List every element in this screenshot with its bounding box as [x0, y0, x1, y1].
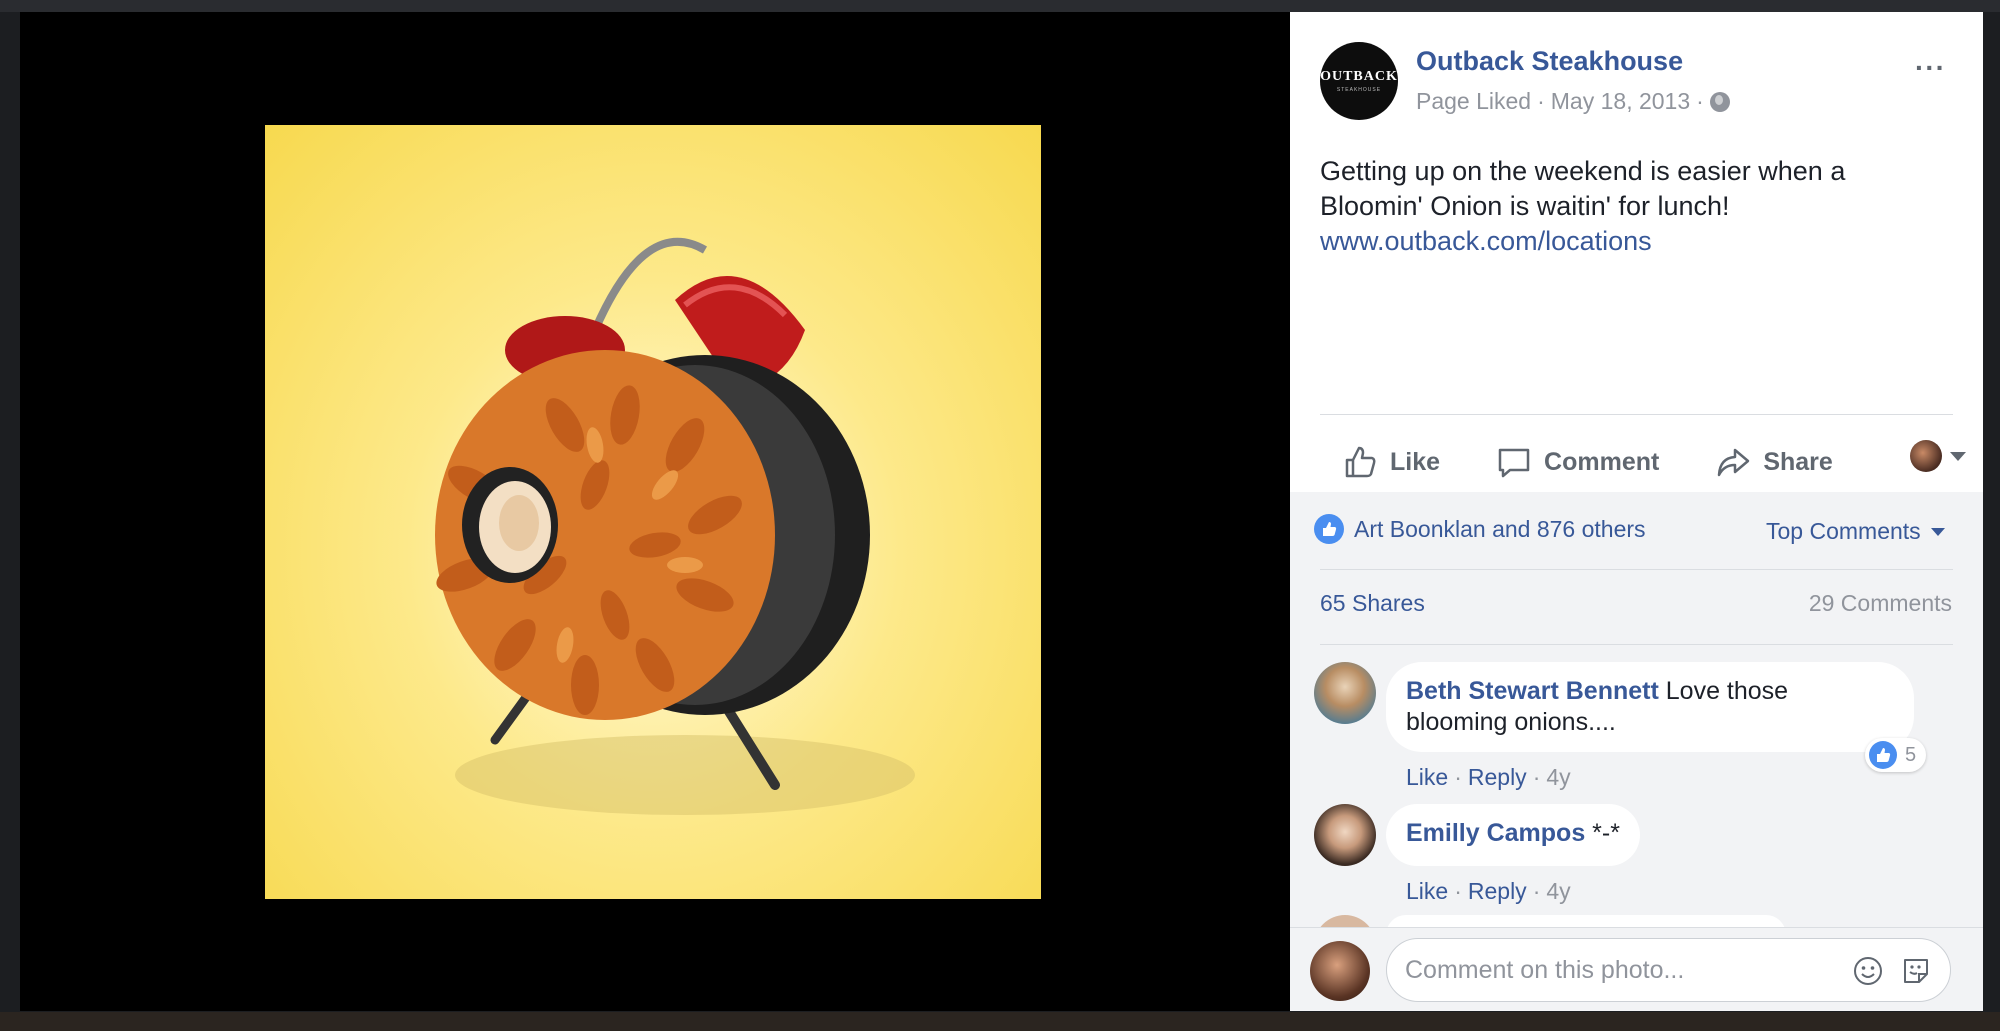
- share-arrow-icon: [1718, 448, 1750, 477]
- comment-composer: Comment on this photo...: [1290, 927, 1983, 1011]
- comment-item: Emilly Campos *-* Like · Reply · 4y: [1314, 804, 1954, 914]
- thumbs-up-icon: [1345, 446, 1376, 478]
- post-photo: [265, 125, 1041, 899]
- comment-input[interactable]: Comment on this photo...: [1386, 938, 1951, 1002]
- comment-label: Comment: [1544, 447, 1660, 476]
- action-bar: Like Comment Share: [1320, 432, 1966, 492]
- comment-reply-link[interactable]: Reply: [1468, 878, 1527, 905]
- comment-like-link[interactable]: Like: [1406, 878, 1448, 905]
- commenter-avatar[interactable]: [1314, 915, 1376, 927]
- reactions-text: Art Boonklan and 876 others: [1354, 515, 1646, 542]
- post-link[interactable]: www.outback.com/locations: [1320, 224, 1950, 259]
- post-as-selector[interactable]: [1910, 440, 1966, 472]
- page-avatar[interactable]: OUTBACK STEAKHOUSE: [1320, 42, 1398, 120]
- current-user-avatar: [1310, 941, 1370, 1001]
- comment-text: Love those: [1658, 677, 1789, 705]
- comment-item: Beth Stewart Bennett Love those blooming…: [1314, 662, 1954, 790]
- logo-wordmark: OUTBACK: [1320, 69, 1398, 84]
- comment-bubble: Beth Stewart Bennett Love those blooming…: [1386, 662, 1914, 752]
- meta-separator: ·: [1696, 88, 1704, 114]
- share-label: Share: [1763, 447, 1833, 476]
- post-message: Getting up on the weekend is easier when…: [1320, 154, 1950, 259]
- sort-label: Top Comments: [1766, 518, 1921, 544]
- comment-bubble: Emilly Campos *-*: [1386, 804, 1640, 866]
- reaction-count: 5: [1905, 743, 1917, 766]
- like-reaction-icon: [1314, 514, 1344, 544]
- comment-author[interactable]: Emilly Campos: [1406, 819, 1585, 847]
- share-button[interactable]: Share: [1715, 444, 1833, 480]
- like-label: Like: [1390, 447, 1441, 476]
- comment-author[interactable]: Beth Stewart Bennett: [1406, 677, 1659, 705]
- like-button[interactable]: Like: [1342, 444, 1440, 480]
- divider: [1320, 414, 1953, 415]
- comment-time[interactable]: 4y: [1546, 878, 1570, 905]
- comment-text-continued: blooming onions....: [1406, 708, 1616, 736]
- commenter-avatar[interactable]: [1314, 804, 1376, 866]
- post-meta: Page Liked · May 18, 2013 ·: [1416, 88, 1730, 115]
- comment-meta: Like · Reply · 4y: [1406, 764, 1571, 791]
- post-body-text: Getting up on the weekend is easier when…: [1320, 156, 1846, 221]
- more-options-icon[interactable]: ···: [1915, 52, 1946, 84]
- page-liked-status: Page Liked: [1416, 88, 1532, 114]
- commenter-avatar[interactable]: [1314, 662, 1376, 724]
- composer-icons: [1852, 955, 1932, 987]
- post-side-panel: OUTBACK STEAKHOUSE Outback Steakhouse Pa…: [1290, 12, 1983, 1011]
- comment-time[interactable]: 4y: [1546, 764, 1570, 791]
- sticker-icon[interactable]: [1900, 955, 1932, 987]
- viewer-avatar: [1910, 440, 1942, 472]
- caret-down-icon: [1930, 527, 1945, 536]
- comment-like-link[interactable]: Like: [1406, 764, 1448, 791]
- comment-bubble-icon: [1498, 448, 1530, 478]
- comment-reply-link[interactable]: Reply: [1468, 764, 1527, 791]
- page-name-link[interactable]: Outback Steakhouse: [1416, 46, 1683, 77]
- comment-bubble: [1386, 915, 1786, 927]
- background-photo-strip: [0, 1012, 2000, 1031]
- post-date[interactable]: May 18, 2013: [1551, 88, 1690, 115]
- comments-section: Art Boonklan and 876 others Top Comments…: [1290, 492, 1983, 927]
- globe-icon[interactable]: [1709, 91, 1730, 112]
- caret-down-icon: [1950, 451, 1966, 461]
- bloomin-onion-alarm-clock-image: [435, 237, 915, 815]
- comments-count[interactable]: 29 Comments: [1802, 590, 1952, 617]
- logo-subtext: STEAKHOUSE: [1336, 87, 1382, 93]
- shares-count[interactable]: 65 Shares: [1320, 590, 1425, 617]
- emoji-icon[interactable]: [1852, 955, 1884, 987]
- comment-reactions[interactable]: 5: [1865, 738, 1927, 772]
- comment-meta: Like · Reply · 4y: [1406, 878, 1571, 905]
- post-header: OUTBACK STEAKHOUSE Outback Steakhouse Pa…: [1290, 12, 1983, 492]
- divider: [1320, 569, 1953, 570]
- comment-item-partial: [1314, 915, 1954, 927]
- comment-text: *-*: [1585, 819, 1620, 847]
- comment-placeholder: Comment on this photo...: [1405, 955, 1685, 984]
- like-reaction-icon: [1869, 741, 1897, 769]
- divider: [1320, 644, 1953, 645]
- comment-button[interactable]: Comment: [1496, 444, 1659, 480]
- comment-sort-dropdown[interactable]: Top Comments: [1766, 518, 1945, 545]
- reactions-summary[interactable]: Art Boonklan and 876 others: [1314, 514, 1646, 544]
- background-page-strip: [0, 0, 2000, 12]
- photo-theater[interactable]: [20, 12, 1290, 1011]
- meta-separator: ·: [1537, 88, 1545, 114]
